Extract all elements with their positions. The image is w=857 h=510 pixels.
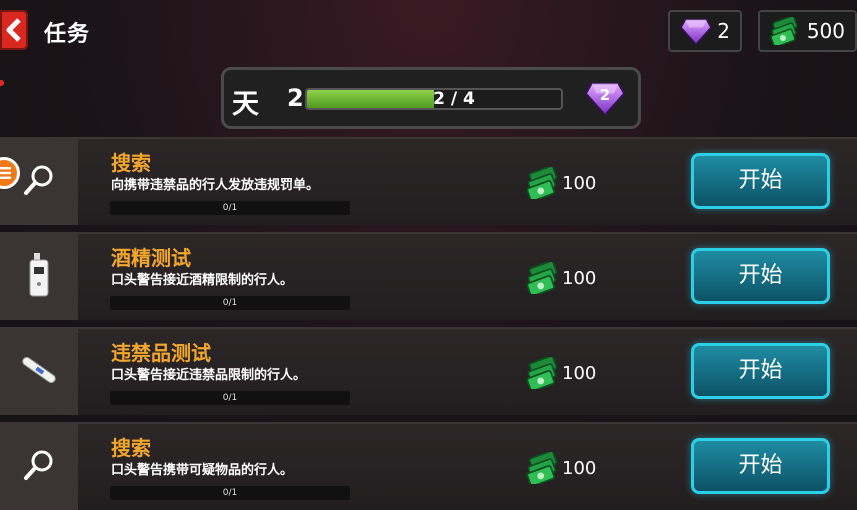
- start-button[interactable]: 开始: [691, 153, 830, 209]
- task-reward-amount: 100: [562, 362, 597, 384]
- task-icon-cell: [0, 424, 78, 510]
- task-reward: 100: [526, 262, 596, 294]
- start-button[interactable]: 开始: [691, 343, 830, 399]
- cash-icon: [526, 262, 560, 294]
- start-button[interactable]: 开始: [691, 438, 830, 494]
- magnifier-icon: [22, 448, 56, 486]
- task-title: 违禁品测试: [111, 341, 211, 365]
- cash-count: 500: [806, 19, 845, 43]
- task-reward-amount: 100: [562, 457, 597, 479]
- task-row: 违禁品测试 口头警告接近违禁品限制的行人。 0/1 100 开始: [0, 327, 857, 415]
- task-reward-amount: 100: [562, 172, 597, 194]
- task-row: 搜索 向携带违禁品的行人发放违规罚单。 0/1 100 开始: [0, 137, 857, 225]
- task-reward-amount: 100: [562, 267, 597, 289]
- gem-counter[interactable]: 2: [668, 10, 742, 52]
- back-button[interactable]: [0, 10, 28, 50]
- task-description: 口头警告携带可疑物品的行人。: [111, 463, 294, 478]
- day-reward-count: 2: [599, 86, 611, 104]
- day-progress-text: 2 / 4: [433, 89, 475, 109]
- chevron-left-icon: [6, 18, 21, 42]
- task-row: 搜索 口头警告携带可疑物品的行人。 0/1 100 开始: [0, 422, 857, 510]
- day-progress-panel: 天 2 2 / 4 2: [221, 67, 641, 129]
- task-title: 搜索: [111, 151, 151, 175]
- gem-count: 2: [717, 19, 730, 43]
- task-progress: 0/1: [110, 486, 350, 500]
- task-title: 搜索: [111, 436, 151, 460]
- breathalyzer-icon: [27, 252, 51, 302]
- day-number: 2: [287, 84, 304, 112]
- cash-icon: [526, 357, 560, 389]
- task-title: 酒精测试: [111, 246, 191, 270]
- task-description: 向携带违禁品的行人发放违规罚单。: [111, 178, 320, 193]
- start-button[interactable]: 开始: [691, 248, 830, 304]
- cash-counter[interactable]: 500: [758, 10, 857, 52]
- task-description: 口头警告接近违禁品限制的行人。: [111, 368, 307, 383]
- day-progress-bar: 2 / 4: [305, 88, 563, 110]
- task-reward: 100: [526, 452, 596, 484]
- task-progress: 0/1: [110, 201, 350, 215]
- magnifier-icon: [22, 163, 56, 201]
- task-progress: 0/1: [110, 391, 350, 405]
- side-tab-indicator: [0, 80, 4, 86]
- task-progress: 0/1: [110, 296, 350, 310]
- task-row: 酒精测试 口头警告接近酒精限制的行人。 0/1 100 开始: [0, 232, 857, 320]
- task-icon-cell: [0, 234, 78, 320]
- task-icon-cell: [0, 329, 78, 415]
- page-title: 任务: [44, 22, 91, 47]
- cash-icon: [526, 167, 560, 199]
- task-reward: 100: [526, 357, 596, 389]
- menu-icon: [0, 167, 11, 179]
- gem-icon: [680, 17, 712, 45]
- cash-icon: [526, 452, 560, 484]
- task-reward: 100: [526, 167, 596, 199]
- day-reward-gem[interactable]: 2: [585, 80, 625, 116]
- task-description: 口头警告接近酒精限制的行人。: [111, 273, 294, 288]
- day-label: 天: [232, 89, 259, 120]
- cash-icon: [770, 17, 800, 45]
- test-stick-icon: [19, 355, 59, 389]
